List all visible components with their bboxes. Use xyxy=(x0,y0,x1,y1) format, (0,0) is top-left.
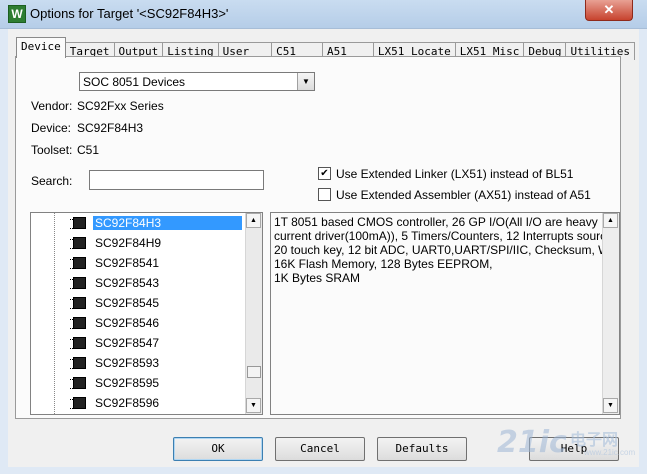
list-item[interactable]: SC92F84H3 xyxy=(31,214,245,232)
description-scrollbar[interactable]: ▲ ▼ xyxy=(602,213,619,414)
window-title: Options for Target '<SC92F84H3>' xyxy=(30,6,229,21)
scroll-up-arrow-icon[interactable]: ▲ xyxy=(246,213,261,228)
chip-icon xyxy=(70,317,86,329)
list-item[interactable]: SC92F8545 xyxy=(31,294,245,312)
device-list-scrollbar[interactable]: ▲ ▼ xyxy=(245,213,262,414)
scrollbar-thumb[interactable] xyxy=(247,366,261,378)
list-item[interactable]: SC92F8596 xyxy=(31,394,245,412)
tab-device[interactable]: Device xyxy=(16,37,66,58)
cancel-button[interactable]: Cancel xyxy=(275,437,365,461)
scroll-down-arrow-icon[interactable]: ▼ xyxy=(246,398,261,413)
watermark-subtitle: 电子网 xyxy=(570,432,619,449)
scroll-up-arrow-icon[interactable]: ▲ xyxy=(603,213,618,228)
device-database-select[interactable]: SOC 8051 Devices ▼ xyxy=(79,72,315,91)
list-item[interactable]: SC92F8595 xyxy=(31,374,245,392)
chip-icon xyxy=(70,277,86,289)
extended-linker-checkbox[interactable]: ✔ xyxy=(318,167,331,180)
watermark-url: www.21ic.com xyxy=(584,448,636,457)
scroll-down-arrow-icon[interactable]: ▼ xyxy=(603,398,618,413)
toolset-label: Toolset: xyxy=(31,143,73,157)
device-label: Device: xyxy=(31,121,72,135)
list-item[interactable]: SC92F8546 xyxy=(31,314,245,332)
chip-icon xyxy=(70,237,86,249)
chip-icon xyxy=(70,337,86,349)
list-item[interactable]: SC92F84H9 xyxy=(31,234,245,252)
device-database-value: SOC 8051 Devices xyxy=(83,75,186,89)
device-value: SC92F84H3 xyxy=(77,121,144,135)
description-line: 1T 8051 based CMOS controller, 26 GP I/O… xyxy=(274,215,598,229)
extended-linker-label: Use Extended Linker (LX51) instead of BL… xyxy=(336,167,574,181)
title-bar: W Options for Target '<SC92F84H3>' ✕ xyxy=(0,0,647,29)
tab-strip: Device Target Output Listing User C51 A51 LX51 … xyxy=(16,37,636,60)
vendor-value: SC92Fxx Series xyxy=(77,99,164,113)
extended-assembler-checkbox[interactable] xyxy=(318,188,331,201)
chip-icon xyxy=(70,297,86,309)
chip-icon xyxy=(70,357,86,369)
checkmark-icon: ✔ xyxy=(320,168,329,179)
watermark-logo: 21ic xyxy=(497,425,567,460)
toolset-value: C51 xyxy=(77,143,100,157)
close-button[interactable]: ✕ xyxy=(585,0,633,21)
device-list[interactable]: SC92F84H3 SC92F84H9 SC92F8541 SC92F8543 … xyxy=(30,212,263,415)
list-item[interactable]: SC92F8547 xyxy=(31,334,245,352)
list-item[interactable]: SC92F8593 xyxy=(31,354,245,372)
ok-button[interactable]: OK xyxy=(173,437,263,461)
extended-assembler-label: Use Extended Assembler (AX51) instead of… xyxy=(336,188,591,202)
description-line: 1K Bytes SRAM xyxy=(274,271,361,285)
app-icon: W xyxy=(8,5,26,23)
chevron-down-icon[interactable]: ▼ xyxy=(297,73,314,90)
description-line: current driver(100mA)), 5 Timers/Counter… xyxy=(274,229,620,243)
defaults-button[interactable]: Defaults xyxy=(377,437,467,461)
chip-icon xyxy=(70,217,86,229)
description-line: 16K Flash Memory, 128 Bytes EEPROM, xyxy=(274,257,493,271)
list-item[interactable]: SC92F8543 xyxy=(31,274,245,292)
chip-icon xyxy=(70,397,86,409)
chip-icon xyxy=(70,377,86,389)
device-description: 1T 8051 based CMOS controller, 26 GP I/O… xyxy=(270,212,620,415)
search-label: Search: xyxy=(31,174,73,188)
chip-icon xyxy=(70,257,86,269)
list-item[interactable]: SC92F8541 xyxy=(31,254,245,272)
search-input[interactable] xyxy=(89,170,264,190)
description-line: 20 touch key, 12 bit ADC, UART0,UART/SPI… xyxy=(274,243,620,257)
vendor-label: Vendor: xyxy=(31,99,73,113)
